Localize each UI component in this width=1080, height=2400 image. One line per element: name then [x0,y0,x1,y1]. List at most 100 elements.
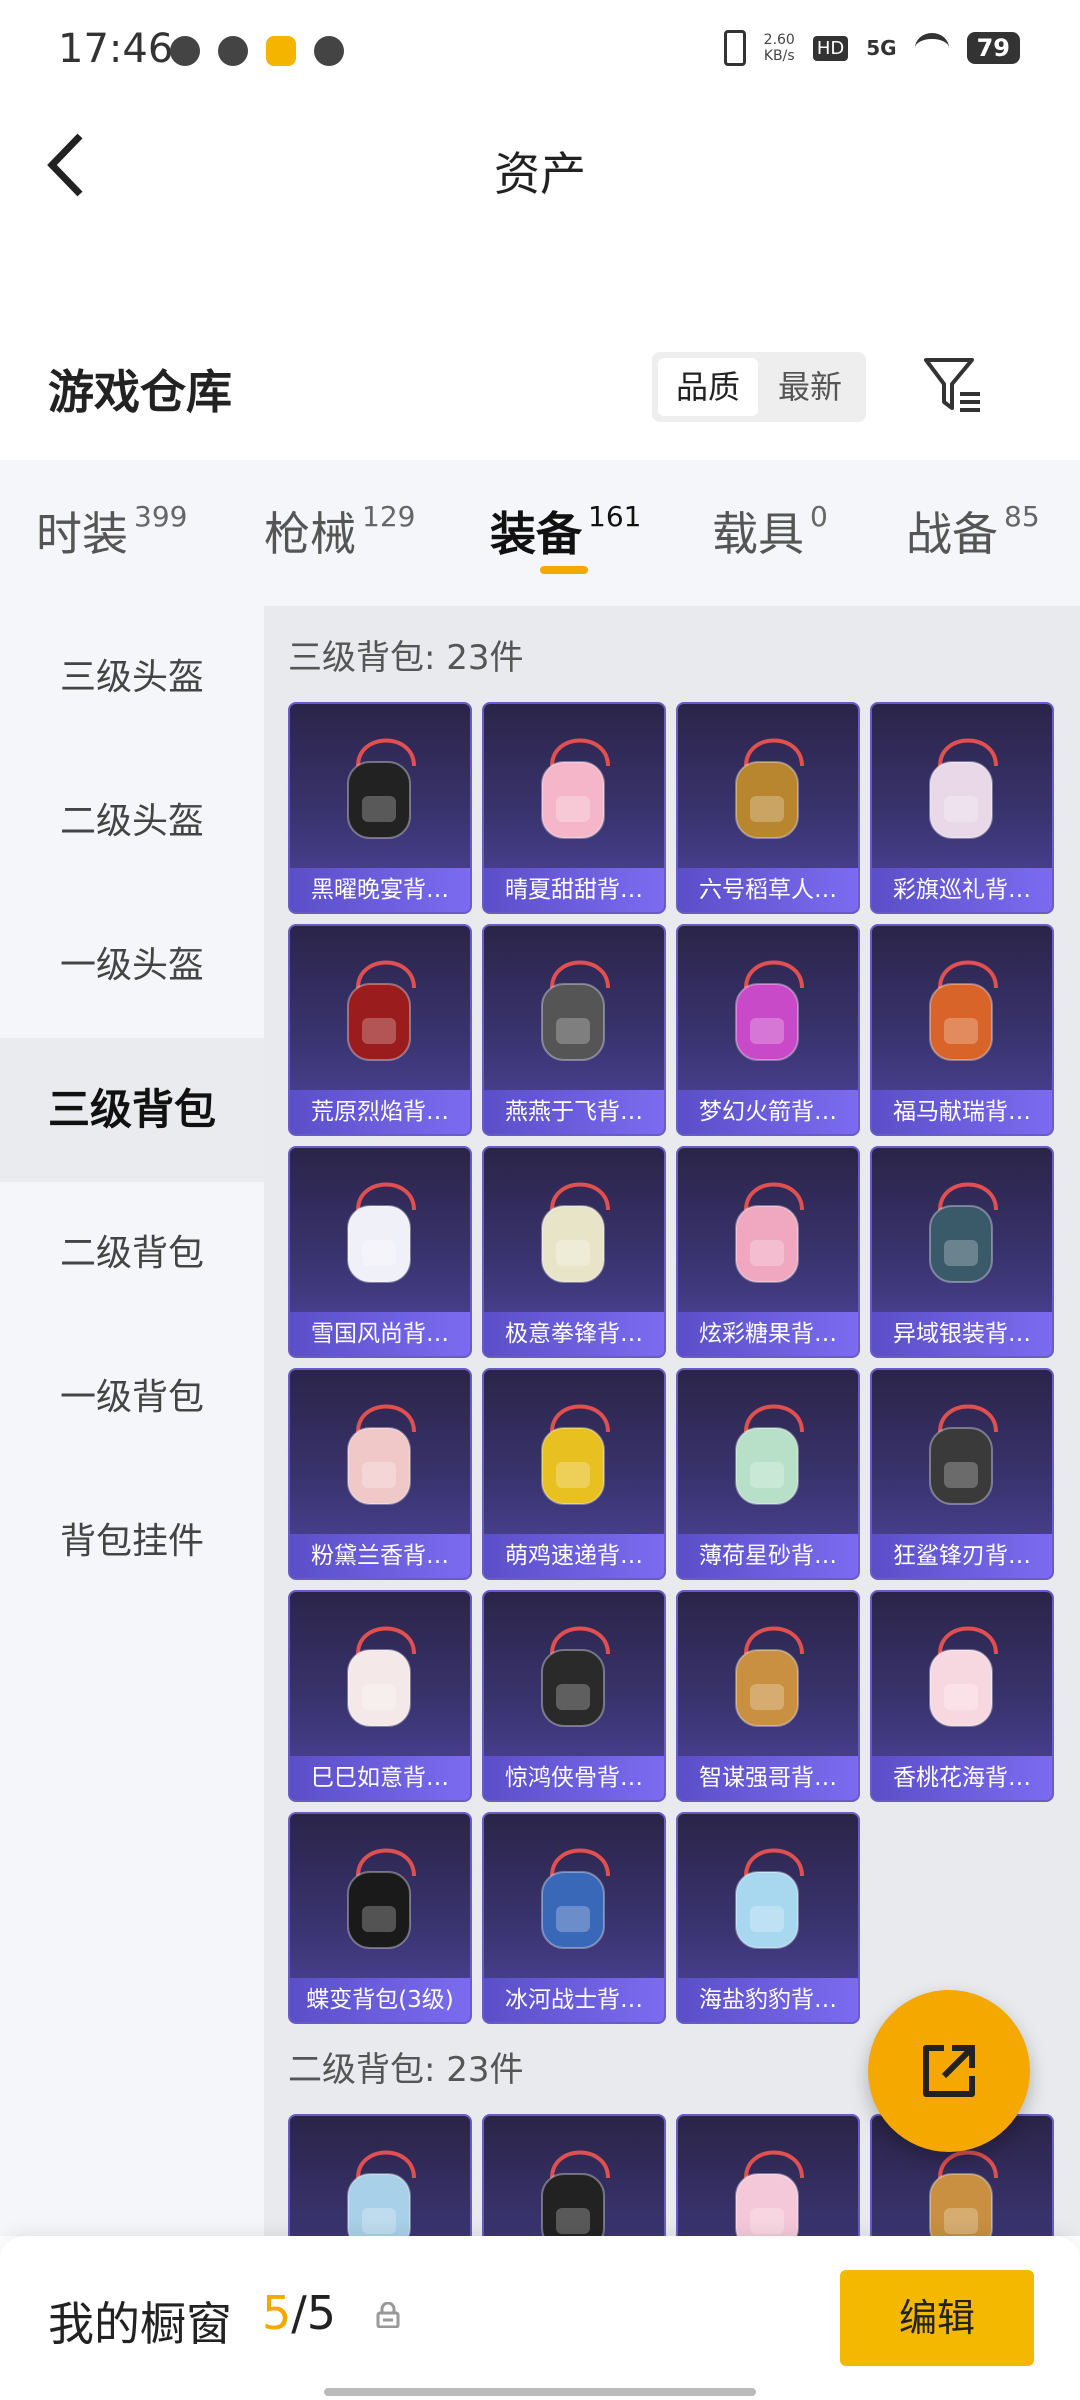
item-card[interactable]: 六号稻草人… [676,702,860,914]
item-card[interactable]: 冰河战士背… [482,1812,666,2024]
showcase-current: 5 [262,2286,292,2340]
tab-supplies[interactable]: 战备 85 [906,498,1040,564]
backpack-icon [929,1626,998,1727]
item-name: 惊鸿侠骨背… [484,1756,664,1800]
item-card[interactable]: 极意拳锋背… [482,1146,666,1358]
item-card[interactable]: 荒原烈焰背… [288,924,472,1136]
notification-icons [170,36,344,66]
page-title: 资产 [494,147,586,201]
signal-icon: 5G [866,36,897,60]
sidebar-item-lv1-backpack[interactable]: 一级背包 [0,1326,264,1470]
edit-button[interactable]: 编辑 [840,2270,1034,2366]
showcase-count: 5/5 [262,2286,336,2340]
item-name: 六号稻草人… [678,868,858,912]
item-name: 智谋强哥背… [678,1756,858,1800]
sidebar-item-lv2-helmet[interactable]: 二级头盔 [0,750,264,894]
sidebar-item-lv2-backpack[interactable]: 二级背包 [0,1182,264,1326]
backpack-icon [541,1626,610,1727]
app-notification-icon [314,36,344,66]
item-card[interactable]: 黑曜晚宴背… [288,702,472,914]
backpack-icon [929,1404,998,1505]
item-name: 梦幻火箭背… [678,1090,858,1134]
item-card[interactable] [482,2114,666,2236]
tab-vehicles[interactable]: 载具 0 [712,498,828,564]
backpack-icon [735,1626,804,1727]
item-name: 萌鸡速递背… [484,1534,664,1578]
subcategory-sidebar: 三级头盔 二级头盔 一级头盔 三级背包 二级背包 一级背包 背包挂件 [0,606,264,2236]
tab-equipment[interactable]: 装备 161 [490,498,641,564]
tab-count: 161 [588,500,642,533]
item-card[interactable]: 粉黛兰香背… [288,1368,472,1580]
tab-fashion[interactable]: 时装 399 [36,498,187,564]
sidebar-item-lv3-helmet[interactable]: 三级头盔 [0,606,264,750]
item-name: 海盐豹豹背… [678,1978,858,2022]
tab-label: 装备 [490,507,582,561]
sort-option-quality[interactable]: 品质 [658,358,758,416]
net-speed-unit: KB/s [763,48,795,64]
home-indicator[interactable] [324,2388,756,2396]
backpack-icon [347,738,416,839]
lock-icon [376,2302,400,2328]
item-card[interactable]: 福马献瑞背… [870,924,1054,1136]
item-card[interactable]: 薄荷星砂背… [676,1368,860,1580]
tab-label: 时装 [36,507,128,561]
tab-count: 85 [1004,500,1040,533]
item-name: 香桃花海背… [872,1756,1052,1800]
item-card[interactable]: 香桃花海背… [870,1590,1054,1802]
sidebar-item-lv1-helmet[interactable]: 一级头盔 [0,894,264,1038]
share-button[interactable] [868,1990,1030,2152]
item-name: 异域银装背… [872,1312,1052,1356]
backpack-icon [735,738,804,839]
sort-option-newest[interactable]: 最新 [760,358,860,416]
backpack-icon [929,1182,998,1283]
item-card[interactable]: 炫彩糖果背… [676,1146,860,1358]
sidebar-item-backpack-charm[interactable]: 背包挂件 [0,1470,264,1614]
tab-firearms[interactable]: 枪械 129 [264,498,415,564]
item-card[interactable]: 燕燕于飞背… [482,924,666,1136]
backpack-icon [735,1848,804,1949]
item-card[interactable]: 智谋强哥背… [676,1590,860,1802]
sidebar-item-lv3-backpack[interactable]: 三级背包 [0,1038,264,1182]
item-card[interactable]: 彩旗巡礼背… [870,702,1054,914]
item-card[interactable] [288,2114,472,2236]
vibrate-icon [723,30,746,66]
category-tabs: 时装 399 枪械 129 装备 161 载具 0 战备 85 [0,460,1080,606]
backpack-icon [347,2150,416,2236]
net-speed: 2.60 KB/s [764,32,795,64]
item-name: 巳巳如意背… [290,1756,470,1800]
item-card[interactable]: 雪国风尚背… [288,1146,472,1358]
backpack-icon [541,1848,610,1949]
backpack-icon [347,1848,416,1949]
item-card[interactable]: 梦幻火箭背… [676,924,860,1136]
system-icons: 2.60 KB/s HD 5G 79 [723,30,1020,66]
item-card[interactable] [676,2114,860,2236]
filter-icon[interactable] [922,356,984,414]
backpack-icon [347,1404,416,1505]
backpack-icon [347,1626,416,1727]
app-notification-icon [266,36,296,66]
item-card[interactable]: 狂鲨锋刃背… [870,1368,1054,1580]
backpack-icon [347,1182,416,1283]
item-name: 燕燕于飞背… [484,1090,664,1134]
item-card[interactable]: 蝶变背包(3级) [288,1812,472,2024]
wifi-icon [914,33,949,63]
backpack-icon [735,2150,804,2236]
item-card[interactable]: 萌鸡速递背… [482,1368,666,1580]
showcase-bar: 我的橱窗 5/5 编辑 [0,2236,1080,2400]
tab-count: 399 [134,500,188,533]
item-card[interactable]: 惊鸿侠骨背… [482,1590,666,1802]
item-card[interactable]: 异域银装背… [870,1146,1054,1358]
item-card[interactable]: 巳巳如意背… [288,1590,472,1802]
item-name: 蝶变背包(3级) [290,1978,470,2022]
message-icon [218,36,248,66]
backpack-icon [735,960,804,1061]
item-card[interactable]: 海盐豹豹背… [676,1812,860,2024]
backpack-icon [347,960,416,1061]
backpack-icon [541,1182,610,1283]
tab-count: 0 [810,500,828,533]
item-name: 极意拳锋背… [484,1312,664,1356]
section-title: 三级背包: 23件 [288,638,524,678]
backpack-icon [735,1404,804,1505]
item-card[interactable]: 晴夏甜甜背… [482,702,666,914]
item-name: 福马献瑞背… [872,1090,1052,1134]
